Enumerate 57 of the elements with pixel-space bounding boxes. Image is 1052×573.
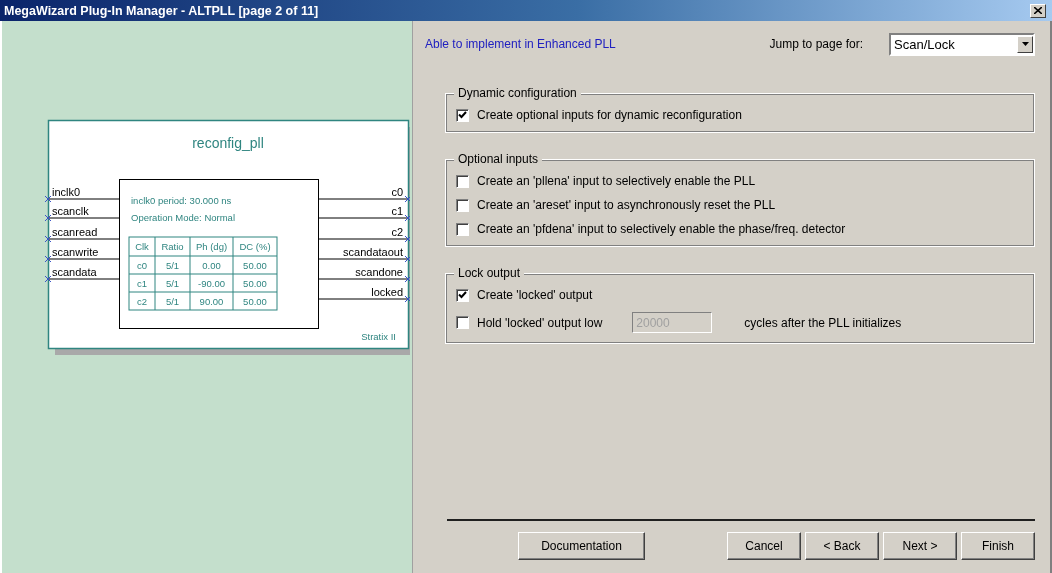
group-title: Lock output xyxy=(454,266,525,280)
checkbox[interactable] xyxy=(456,108,469,122)
checkbox-label[interactable]: Create an 'pllena' input to selectively enable the PLL xyxy=(477,174,756,188)
table-cell: 50.00 xyxy=(243,260,267,271)
table-cell: c2 xyxy=(137,296,147,307)
table-cell: 50.00 xyxy=(243,278,267,289)
port-label: scandata xyxy=(52,266,97,278)
port-label: locked xyxy=(371,286,403,298)
documentation-button[interactable]: Documentation xyxy=(518,532,645,560)
checkbox-label[interactable]: Create 'locked' output xyxy=(477,288,593,302)
port-label: scanread xyxy=(52,226,98,238)
port-label: scandataout xyxy=(343,246,403,258)
block-title: reconfig_pll xyxy=(192,135,264,151)
wizard-button[interactable]: Finish xyxy=(961,532,1035,560)
port-label: inclk0 xyxy=(52,186,81,198)
table-cell: c0 xyxy=(137,260,147,271)
table-cell: 50.00 xyxy=(243,296,267,307)
port-label: c0 xyxy=(391,186,403,198)
checkbox[interactable] xyxy=(456,198,469,212)
checkbox[interactable] xyxy=(456,222,469,236)
table-cell: 5/1 xyxy=(165,260,180,271)
jump-label: Jump to page for: xyxy=(769,37,863,51)
table-cell: c1 xyxy=(137,278,147,289)
port-label: scanclk xyxy=(52,205,89,217)
close-button[interactable] xyxy=(1030,3,1046,18)
window-title: MegaWizard Plug-In Manager - ALTPLL [page 2 of 11] xyxy=(4,3,320,18)
table-cell: 90.00 xyxy=(199,296,224,307)
table-cell: 5/1 xyxy=(165,278,180,289)
checkbox[interactable] xyxy=(456,288,469,302)
page-dropdown[interactable]: Scan/Lock xyxy=(889,32,1035,56)
column-header: DC (%) xyxy=(239,241,271,252)
status-text: Able to implement in Enhanced PLL xyxy=(425,37,617,51)
group-title: Optional inputs xyxy=(454,152,543,166)
port-label: c2 xyxy=(391,226,403,238)
field-suffix: cycles after the PLL initializes xyxy=(744,315,902,330)
checkbox[interactable] xyxy=(456,174,469,188)
column-header: Ph (dg) xyxy=(195,241,228,252)
family-label: Stratix II xyxy=(361,331,396,342)
table-cell: 0.00 xyxy=(202,260,221,271)
dropdown-arrow-icon xyxy=(1021,42,1029,46)
port-label: scandone xyxy=(355,266,403,278)
checkbox-label[interactable]: Create an 'areset' input to asynchronously reset the PLL xyxy=(477,198,776,212)
column-header: Clk xyxy=(135,241,149,252)
checkbox-label[interactable]: Create an 'pfdena' input to selectively enable the phase/freq. detector xyxy=(477,222,846,236)
checkbox-label[interactable]: Create optional inputs for dynamic reconfiguration xyxy=(477,108,742,122)
group-title: Dynamic configuration xyxy=(454,86,581,100)
wizard-button[interactable]: Next > xyxy=(883,532,957,560)
port-label: c1 xyxy=(391,205,403,217)
period-text: inclk0 period: 30.000 ns xyxy=(131,195,232,206)
table-cell: -90.00 xyxy=(198,278,225,289)
wizard-button[interactable]: < Back xyxy=(805,532,879,560)
table-cell: 5/1 xyxy=(165,296,180,307)
port-label: scanwrite xyxy=(52,246,99,258)
close-icon xyxy=(1034,7,1042,14)
column-header: Ratio xyxy=(161,241,184,252)
wizard-button[interactable]: Cancel xyxy=(727,532,801,560)
mode-text: Operation Mode: Normal xyxy=(131,212,236,223)
